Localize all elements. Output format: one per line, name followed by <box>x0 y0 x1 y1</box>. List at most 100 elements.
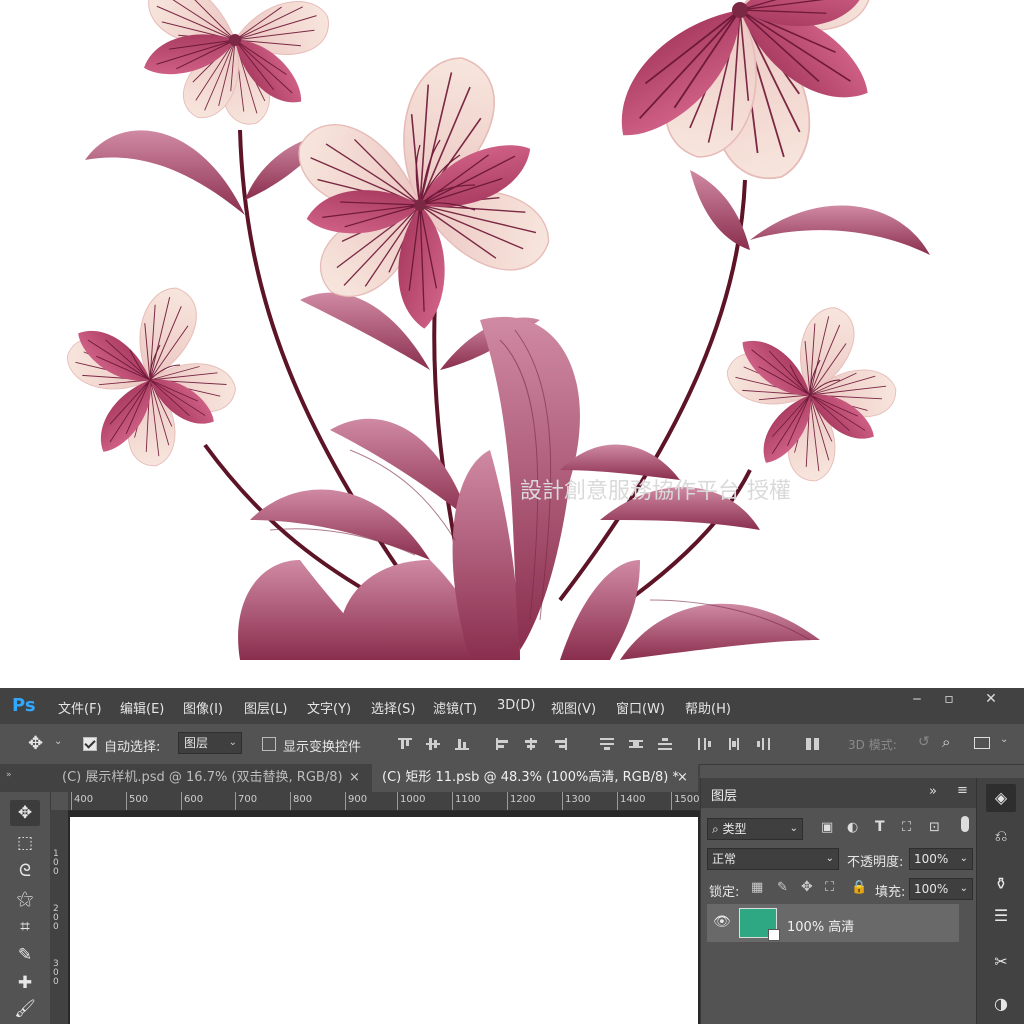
3d-orbit-icon[interactable]: ↺ <box>918 734 930 750</box>
eyedropper-tool-icon[interactable]: ✎ <box>10 942 40 968</box>
filter-smartobject-icon[interactable]: ⊡ <box>929 820 940 835</box>
layer-filter-dropdown[interactable]: ⌕ 类型 ⌄ <box>707 818 803 840</box>
menu-window[interactable]: 窗口(W) <box>616 698 665 717</box>
document-tabs: » (C) 展示样机.psd @ 16.7% (双击替换, RGB/8) × (… <box>0 764 700 792</box>
crop-tool-icon[interactable]: ⌗ <box>10 914 40 940</box>
workspace-icon[interactable] <box>974 737 990 749</box>
tab-rect-close-icon[interactable]: × <box>677 764 688 792</box>
align-top-icon[interactable] <box>398 738 412 750</box>
ruler-h-label: 1500 <box>674 794 700 805</box>
chevron-down-icon: ⌄ <box>825 853 834 864</box>
menu-filter[interactable]: 滤镜(T) <box>433 698 477 717</box>
filter-pixel-icon[interactable]: ▣ <box>821 820 833 835</box>
tools-panel-icon[interactable]: ✂ <box>986 948 1016 976</box>
distribute-vcenter-icon[interactable] <box>629 738 643 750</box>
tab-mockup-close-icon[interactable]: × <box>349 764 360 792</box>
tab-mockup[interactable]: (C) 展示样机.psd @ 16.7% (双击替换, RGB/8) <box>52 764 372 792</box>
visibility-eye-icon[interactable]: 👁 <box>713 914 731 930</box>
opacity-input[interactable]: 100% ⌄ <box>909 848 973 870</box>
auto-align-icon[interactable] <box>806 738 820 750</box>
ruler-h-label: 1100 <box>455 794 481 805</box>
chevron-down-icon: ⌄ <box>789 823 798 834</box>
marquee-tool-icon[interactable]: ⬚ <box>10 830 40 856</box>
filter-shape-icon[interactable]: ⛶ <box>902 820 911 835</box>
auto-select-dropdown[interactable]: 图层 ⌄ <box>178 732 242 754</box>
vertical-ruler: 100 200 300 <box>50 810 68 1024</box>
horizontal-ruler: 400 500 600 700 800 900 1000 1100 1200 1… <box>68 792 700 811</box>
menu-image[interactable]: 图像(I) <box>183 698 223 717</box>
lock-position-icon[interactable]: ✥ <box>801 879 813 895</box>
photoshop-window: Ps 文件(F) 编辑(E) 图像(I) 图层(L) 文字(Y) 选择(S) 滤… <box>0 688 1024 1024</box>
color-panel-icon[interactable]: ◑ <box>986 990 1016 1018</box>
document-canvas[interactable] <box>70 817 698 1024</box>
ruler-h-label: 400 <box>74 794 94 805</box>
maximize-button[interactable]: ▫ <box>930 688 968 712</box>
blend-mode-dropdown[interactable]: 正常 ⌄ <box>707 848 839 870</box>
distribute-left-icon[interactable] <box>698 738 712 750</box>
panel-menu-icon[interactable]: ≡ <box>957 783 968 798</box>
menu-edit[interactable]: 编辑(E) <box>120 698 164 717</box>
filter-adjustment-icon[interactable]: ◐ <box>847 820 858 835</box>
workspace-chevron-icon[interactable]: ⌄ <box>1000 734 1008 745</box>
tab-mockup-label: (C) 展示样机.psd @ 16.7% (双击替换, RGB/8) <box>62 770 343 785</box>
fill-input[interactable]: 100% ⌄ <box>909 878 973 900</box>
adjustments-icon[interactable]: ☰ <box>986 902 1016 930</box>
align-bottom-icon[interactable] <box>455 738 469 750</box>
fill-value: 100% <box>914 882 949 896</box>
auto-select-checkbox[interactable] <box>83 737 97 751</box>
layers-panel-icon[interactable]: ◈ <box>986 784 1016 812</box>
smart-object-badge-icon <box>768 929 780 941</box>
menu-type[interactable]: 文字(Y) <box>307 698 351 717</box>
distribute-right-icon[interactable] <box>756 738 770 750</box>
menu-help[interactable]: 帮助(H) <box>685 698 731 717</box>
brush-settings-icon[interactable]: ⚱ <box>986 870 1016 898</box>
align-vcenter-icon[interactable] <box>426 738 440 750</box>
panel-collapse-icon[interactable]: » <box>929 784 937 799</box>
ruler-h-label: 1000 <box>400 794 426 805</box>
lock-transparent-icon[interactable]: ▦ <box>751 880 763 895</box>
menu-select[interactable]: 选择(S) <box>371 698 415 717</box>
3d-mode-label: 3D 模式: <box>848 738 897 752</box>
distribute-top-icon[interactable] <box>600 738 614 750</box>
search-icon[interactable]: ⌕ <box>942 733 950 751</box>
brush-tool-icon[interactable]: 🖌 <box>10 996 40 1022</box>
auto-select-label: 自动选择: <box>104 740 161 755</box>
right-panel-dock: ◈ ⎌ ⚱ ☰ ✂ ◑ <box>976 778 1024 1024</box>
lock-all-icon[interactable]: 🔒 <box>851 880 867 895</box>
ruler-h-label: 500 <box>129 794 149 805</box>
move-tool-icon[interactable]: ✥ <box>10 800 40 826</box>
close-window-button[interactable]: ✕ <box>972 688 1010 712</box>
distribute-bottom-icon[interactable] <box>658 738 672 750</box>
lock-artboard-icon[interactable]: ⛶ <box>825 880 834 895</box>
layer-name[interactable]: 100% 高清 <box>787 916 854 935</box>
magic-wand-tool-icon[interactable]: ⚝ <box>10 886 40 912</box>
chevron-down-icon: ⌄ <box>228 737 237 748</box>
filter-type-icon[interactable]: T <box>875 819 885 835</box>
lock-image-icon[interactable]: ✎ <box>777 880 788 895</box>
menu-file[interactable]: 文件(F) <box>58 698 102 717</box>
fill-label: 填充: <box>875 885 906 900</box>
align-right-icon[interactable] <box>553 738 567 750</box>
layers-panel-title[interactable]: 图层 <box>711 785 737 804</box>
tab-rect[interactable]: (C) 矩形 11.psb @ 48.3% (100%高清, RGB/8) * <box>372 764 698 792</box>
distribute-hcenter-icon[interactable] <box>727 738 741 750</box>
tool-preset-chevron-icon[interactable]: ⌄ <box>54 736 62 747</box>
layer-thumbnail <box>739 908 780 941</box>
align-hcenter-icon[interactable] <box>524 738 538 750</box>
align-left-icon[interactable] <box>496 738 510 750</box>
menu-3d[interactable]: 3D(D) <box>497 698 535 713</box>
healing-brush-tool-icon[interactable]: ✚ <box>10 970 40 996</box>
filter-toggle-icon[interactable] <box>961 816 969 832</box>
menu-layer[interactable]: 图层(L) <box>244 698 287 717</box>
show-transform-checkbox[interactable] <box>262 737 276 751</box>
canvas-area[interactable] <box>68 811 700 1024</box>
history-panel-icon[interactable]: ⎌ <box>986 822 1016 850</box>
layer-row[interactable]: 👁 100% 高清 <box>707 904 959 942</box>
menu-view[interactable]: 视图(V) <box>551 698 596 717</box>
lasso-tool-icon[interactable]: ᘓ <box>10 858 40 884</box>
collapse-toolbar-icon[interactable]: » <box>6 770 12 780</box>
opacity-label: 不透明度: <box>847 855 904 870</box>
move-tool-icon[interactable]: ✥ <box>28 733 43 754</box>
show-transform-label: 显示变换控件 <box>283 740 362 755</box>
ruler-h-label: 1400 <box>620 794 646 805</box>
